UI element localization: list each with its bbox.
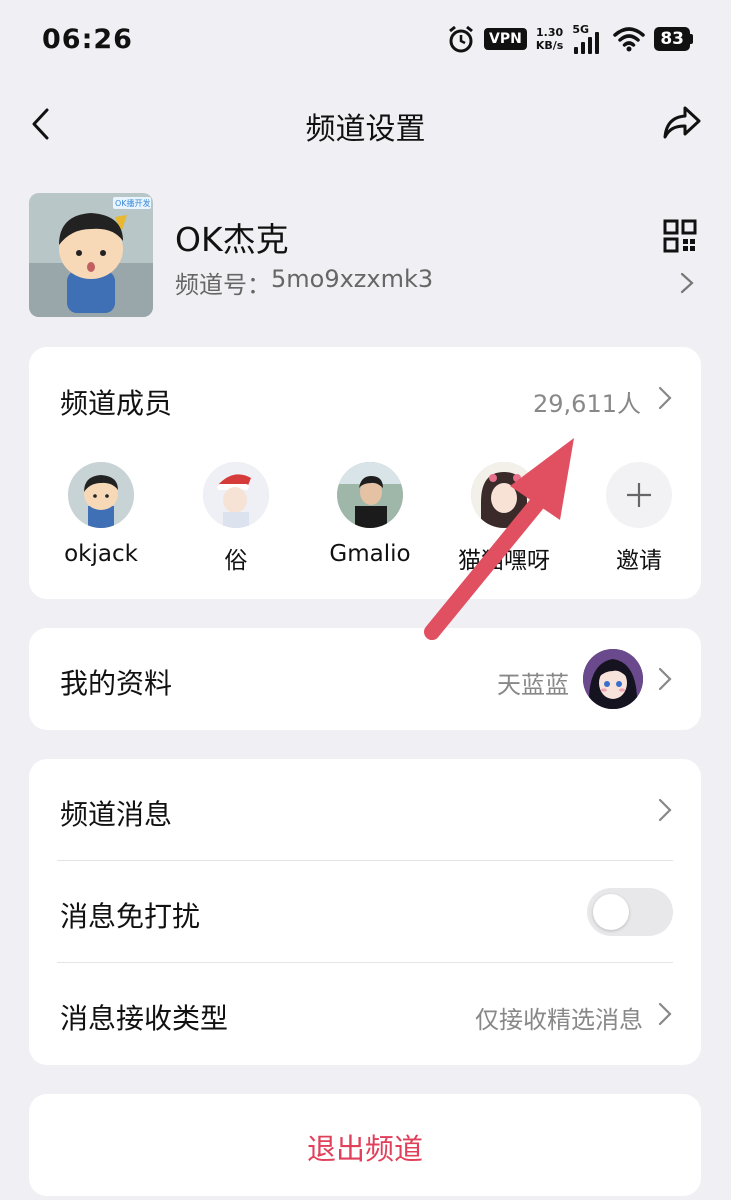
divider xyxy=(57,860,673,861)
qr-code-icon[interactable] xyxy=(663,219,697,253)
channel-avatar-badge: OK播开发 xyxy=(115,198,151,208)
toggle-knob xyxy=(593,894,629,930)
avatar[interactable] xyxy=(203,462,269,528)
my-nickname: 天蓝蓝 xyxy=(497,671,569,699)
members-title: 频道成员 xyxy=(60,387,173,420)
wifi-icon xyxy=(613,27,646,52)
channel-messages-row[interactable]: 频道消息 xyxy=(29,759,701,860)
network-speed: 1.30 KB/s xyxy=(536,26,563,52)
avatar[interactable] xyxy=(68,462,134,528)
status-icons: VPN 1.30 KB/s 5G 83 xyxy=(447,22,693,56)
do-not-disturb-toggle[interactable] xyxy=(587,888,673,936)
network-speed-unit: KB/s xyxy=(535,39,564,52)
leave-channel-label: 退出频道 xyxy=(306,1132,423,1166)
channel-id: 频道号： 5mo9xzxmk3 xyxy=(175,265,433,300)
my-profile-row[interactable]: 我的资料 天蓝蓝 xyxy=(29,628,701,730)
avatar[interactable] xyxy=(337,462,403,528)
nav-bar: 频道设置 xyxy=(0,88,731,158)
avatar[interactable] xyxy=(471,462,537,528)
status-time: 06:26 xyxy=(42,24,133,55)
member-item[interactable]: 猫猫嘿呀 xyxy=(444,462,564,574)
plus-icon xyxy=(627,483,651,507)
invite-label: 邀请 xyxy=(616,548,662,574)
avatar xyxy=(583,649,643,709)
network-speed-value: 1.30 xyxy=(536,26,564,39)
members-card: 频道成员 29,611人 okjack 俗 Gmalio 猫猫嘿呀 邀请 xyxy=(29,347,701,599)
leave-channel-button[interactable]: 退出频道 xyxy=(29,1094,701,1196)
channel-avatar[interactable]: OK播开发 xyxy=(29,193,153,317)
member-name: Gmalio xyxy=(329,541,411,567)
my-profile-title: 我的资料 xyxy=(60,667,173,700)
member-name: 猫猫嘿呀 xyxy=(458,548,550,574)
member-name: 俗 xyxy=(224,548,248,574)
channel-id-value: 5mo9xzxmk3 xyxy=(271,265,434,293)
channel-header[interactable]: OK播开发 OK杰克 频道号： 5mo9xzxmk3 xyxy=(29,193,701,319)
channel-id-label: 频道号： xyxy=(175,271,271,299)
chevron-right-icon xyxy=(658,667,672,691)
status-bar: 06:26 VPN 1.30 KB/s 5G 83 xyxy=(0,0,731,80)
alarm-icon xyxy=(449,25,473,53)
signal-icon: 5G xyxy=(572,23,604,54)
member-name: okjack xyxy=(64,541,138,567)
battery-icon: 83 xyxy=(654,27,693,51)
messages-settings-card: 频道消息 消息免打扰 消息接收类型 仅接收精选消息 xyxy=(29,759,701,1065)
members-count[interactable]: 29,611人 xyxy=(533,384,641,419)
chevron-right-icon xyxy=(658,1002,672,1026)
receive-type-title: 消息接收类型 xyxy=(60,1002,229,1035)
receive-type-row[interactable]: 消息接收类型 仅接收精选消息 xyxy=(29,963,701,1065)
share-icon[interactable] xyxy=(661,102,703,144)
page-title: 频道设置 xyxy=(305,112,426,147)
battery-level: 83 xyxy=(654,27,690,51)
do-not-disturb-title: 消息免打扰 xyxy=(60,900,201,933)
member-item[interactable]: okjack xyxy=(41,462,161,572)
vpn-badge: VPN xyxy=(484,28,527,50)
receive-type-value: 仅接收精选消息 xyxy=(475,1006,643,1034)
channel-name: OK杰克 xyxy=(175,220,289,259)
invite-circle[interactable] xyxy=(606,462,672,528)
chevron-right-icon[interactable] xyxy=(657,385,673,411)
member-item[interactable]: Gmalio xyxy=(310,462,430,572)
channel-messages-title: 频道消息 xyxy=(60,798,173,831)
invite-button[interactable]: 邀请 xyxy=(579,462,699,574)
members-list: okjack 俗 Gmalio 猫猫嘿呀 邀请 xyxy=(29,462,701,574)
chevron-right-icon xyxy=(658,798,672,822)
chevron-right-icon xyxy=(680,272,694,294)
member-item[interactable]: 俗 xyxy=(176,462,296,574)
